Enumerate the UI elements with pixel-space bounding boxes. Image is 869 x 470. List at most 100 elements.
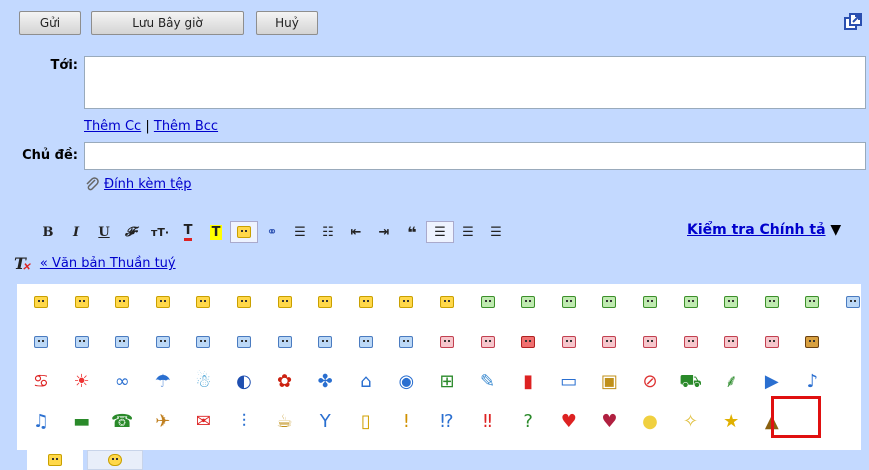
lightbulb-icon[interactable]: ● xyxy=(636,408,664,436)
broken-heart-icon[interactable]: ♥ xyxy=(595,408,623,436)
smiley-yellow-icon[interactable] xyxy=(68,288,96,316)
indent-more-icon[interactable]: ⇥ xyxy=(370,221,398,243)
smiley-blue-icon[interactable] xyxy=(271,328,299,356)
smiley-green-icon[interactable] xyxy=(717,288,745,316)
align-left-icon[interactable]: ☰ xyxy=(426,221,454,243)
link-icon[interactable]: ⚭ xyxy=(258,221,286,243)
smiley-green-icon[interactable] xyxy=(595,288,623,316)
font-size-icon[interactable]: ᴛT· xyxy=(146,221,174,243)
smiley-blue-icon[interactable] xyxy=(352,328,380,356)
smiley-green-icon[interactable] xyxy=(474,288,502,316)
italic-button[interactable]: I xyxy=(62,221,90,243)
rose-icon[interactable]: ✿ xyxy=(271,368,299,396)
smiley-green-icon[interactable] xyxy=(636,288,664,316)
add-cc-link[interactable]: Thêm Cc xyxy=(84,119,141,134)
numbered-list-icon[interactable]: ☰ xyxy=(286,221,314,243)
double-exclamation-icon[interactable]: ‼ xyxy=(474,408,502,436)
underline-button[interactable]: U xyxy=(90,221,118,243)
smiley-green-icon[interactable] xyxy=(514,288,542,316)
bulleted-list-icon[interactable]: ☷ xyxy=(314,221,342,243)
smiley-blue-icon[interactable] xyxy=(68,328,96,356)
smiley-blue-icon[interactable] xyxy=(839,288,867,316)
smiley-blue-icon[interactable] xyxy=(311,328,339,356)
beer-icon[interactable]: ▯ xyxy=(352,408,380,436)
music-notes-icon[interactable]: ♫ xyxy=(27,408,55,436)
star-icon[interactable]: ★ xyxy=(717,408,745,436)
computer-icon[interactable]: ▭ xyxy=(555,368,583,396)
add-bcc-link[interactable]: Thêm Bcc xyxy=(154,119,218,134)
smiley-yellow-icon[interactable] xyxy=(149,288,177,316)
gift-icon[interactable]: ⊞ xyxy=(433,368,461,396)
fork-knife-icon[interactable]: ⫶ xyxy=(230,408,258,436)
quote-icon[interactable]: ❝ xyxy=(398,221,426,243)
text-color-icon[interactable]: T xyxy=(174,221,202,243)
align-right-icon[interactable]: ☰ xyxy=(482,221,510,243)
bird-icon[interactable]: ✈ xyxy=(149,408,177,436)
smiley-yellow-icon[interactable] xyxy=(27,288,55,316)
smiley-pink-icon[interactable] xyxy=(677,328,705,356)
cancel-button[interactable]: Huỷ xyxy=(256,11,318,35)
sparkle-icon[interactable]: ✧ xyxy=(677,408,705,436)
smiley-pink-icon[interactable] xyxy=(474,328,502,356)
smiley-green-icon[interactable] xyxy=(555,288,583,316)
smiley-green-icon[interactable] xyxy=(798,288,826,316)
exclamation-icon[interactable]: ! xyxy=(392,408,420,436)
font-icon[interactable]: 𝓕· xyxy=(118,221,146,243)
car-icon[interactable]: ⛟ xyxy=(677,368,705,396)
plain-text-link[interactable]: « Văn bản Thuần tuý xyxy=(40,256,176,271)
cocktail-icon[interactable]: Y xyxy=(311,408,339,436)
spellcheck-link[interactable]: Kiểm tra Chính tả xyxy=(687,222,826,238)
smiley-yellow-icon[interactable] xyxy=(433,288,461,316)
umbrella-icon[interactable]: ☂ xyxy=(149,368,177,396)
smiley-yellow-icon[interactable] xyxy=(271,288,299,316)
smiley-yellow-icon[interactable] xyxy=(392,288,420,316)
smiley-pink-icon[interactable] xyxy=(433,328,461,356)
tv-icon[interactable]: ▬ xyxy=(68,408,96,436)
smiley-green-icon[interactable] xyxy=(758,288,786,316)
plant-icon[interactable]: ⸙ xyxy=(717,368,745,396)
popout-icon[interactable] xyxy=(843,12,863,32)
smiley-pink-icon[interactable] xyxy=(717,328,745,356)
bag-icon[interactable]: ▣ xyxy=(595,368,623,396)
highlight-color-icon[interactable]: T xyxy=(202,221,230,243)
send-button[interactable]: Gửi xyxy=(19,11,81,35)
smiley-pink-icon[interactable] xyxy=(636,328,664,356)
moon-icon[interactable]: ◐ xyxy=(230,368,258,396)
remove-formatting-icon[interactable]: T ✕ xyxy=(14,254,30,273)
phone-icon[interactable]: ▮ xyxy=(514,368,542,396)
indent-less-icon[interactable]: ⇤ xyxy=(342,221,370,243)
smiley-blue-icon[interactable] xyxy=(230,328,258,356)
coffee-icon[interactable]: ☕ xyxy=(271,408,299,436)
video-camera-icon[interactable]: ▶ xyxy=(758,368,786,396)
smiley-blue-icon[interactable] xyxy=(149,328,177,356)
camera-icon[interactable]: ◉ xyxy=(392,368,420,396)
flower-icon[interactable]: ✤ xyxy=(311,368,339,396)
smiley-yellow-icon[interactable] xyxy=(352,288,380,316)
smiley-blue-icon[interactable] xyxy=(189,328,217,356)
smiley-blue-icon[interactable] xyxy=(27,328,55,356)
tool-icon[interactable]: ✎ xyxy=(474,368,502,396)
smiley-brown-icon[interactable] xyxy=(798,328,826,356)
emoticon-tab-1[interactable] xyxy=(27,450,83,470)
music-note-icon[interactable]: ♪ xyxy=(798,368,826,396)
align-center-icon[interactable]: ☰ xyxy=(454,221,482,243)
phone-green-icon[interactable]: ☎ xyxy=(108,408,136,436)
smiley-pink-icon[interactable] xyxy=(595,328,623,356)
attach-file-link[interactable]: Đính kèm tệp xyxy=(104,177,192,192)
to-field[interactable] xyxy=(84,56,866,109)
emoticon-tab-2[interactable] xyxy=(87,450,143,470)
smiley-yellow-icon[interactable] xyxy=(189,288,217,316)
smiley-pink-icon[interactable] xyxy=(555,328,583,356)
house-icon[interactable]: ⌂ xyxy=(352,368,380,396)
smiley-yellow-icon[interactable] xyxy=(230,288,258,316)
smiley-blue-icon[interactable] xyxy=(108,328,136,356)
heart-icon[interactable]: ♥ xyxy=(555,408,583,436)
bold-button[interactable]: B xyxy=(34,221,62,243)
link-icon[interactable]: ∞ xyxy=(108,368,136,396)
smiley-blue-icon[interactable] xyxy=(392,328,420,356)
smiley-yellow-icon[interactable] xyxy=(311,288,339,316)
question-icon[interactable]: ? xyxy=(514,408,542,436)
subject-field[interactable] xyxy=(84,142,866,170)
question-exclamation-icon[interactable]: ⁉ xyxy=(433,408,461,436)
smiley-yellow-icon[interactable] xyxy=(108,288,136,316)
